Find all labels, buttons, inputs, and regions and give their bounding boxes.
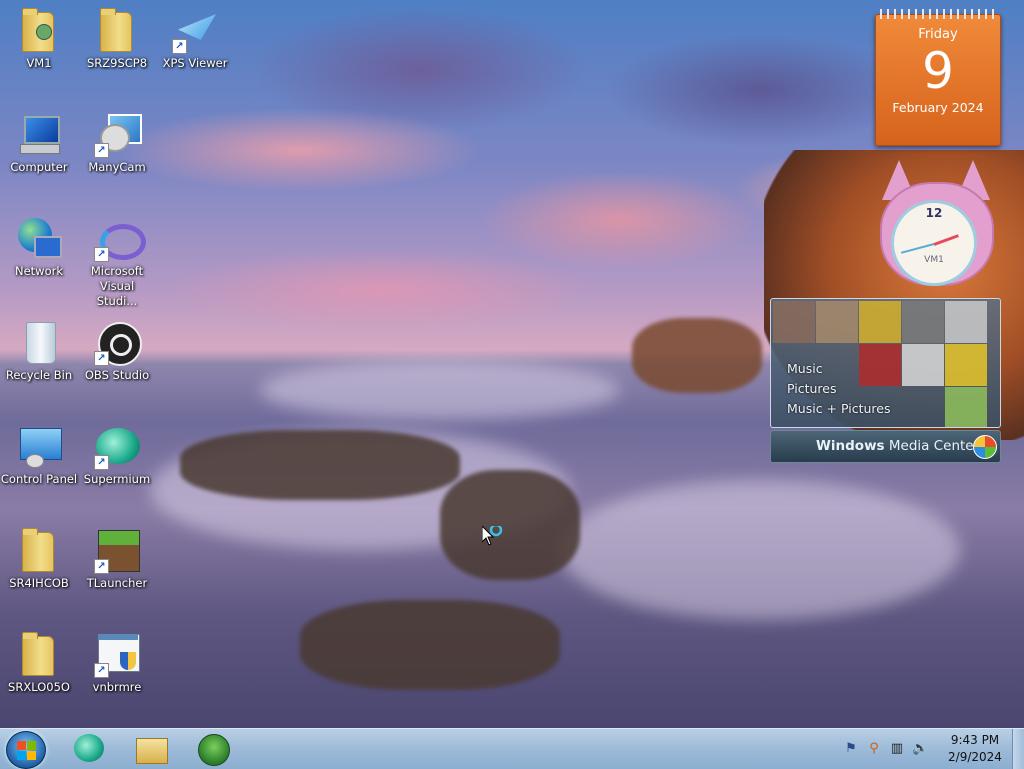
volume-icon[interactable]: 🔈 bbox=[912, 741, 928, 757]
media-tile bbox=[902, 344, 944, 386]
media-menu-pictures[interactable]: Pictures bbox=[787, 379, 891, 399]
supermium-icon bbox=[74, 734, 104, 762]
wallpaper-rock bbox=[632, 318, 762, 393]
icon-label: Control Panel bbox=[0, 472, 78, 486]
calendar-date: 9 bbox=[922, 42, 954, 100]
clock-gadget[interactable]: 12 VM1 bbox=[876, 160, 994, 288]
media-center-bar-bold: Windows bbox=[816, 438, 885, 454]
media-menu-music-pictures[interactable]: Music + Pictures bbox=[787, 399, 891, 419]
calendar-rings bbox=[880, 9, 996, 19]
desktop-icon-recycle-bin[interactable]: Recycle Bin bbox=[0, 314, 78, 414]
wallpaper-rock bbox=[300, 600, 560, 690]
desktop-icon-network[interactable]: Network bbox=[0, 210, 78, 310]
wallpaper-foam bbox=[560, 480, 960, 620]
taskbar-time[interactable]: 9:43 PM bbox=[940, 733, 1010, 747]
tlauncher-grass-block-icon: ↗ bbox=[94, 528, 140, 574]
desktop-icon-visual-studio[interactable]: ↗ Microsoft Visual Studi... bbox=[78, 210, 156, 308]
network-globe-icon bbox=[16, 216, 62, 262]
calendar-gadget[interactable]: Friday 9 February 2024 bbox=[875, 9, 1001, 146]
icon-label: OBS Studio bbox=[84, 368, 150, 382]
wallpaper-rock bbox=[440, 470, 580, 580]
taskbar-explorer-button[interactable] bbox=[128, 732, 176, 766]
icon-label: Computer bbox=[10, 160, 68, 174]
folder-icon bbox=[94, 8, 140, 54]
xps-viewer-icon: ↗ bbox=[172, 8, 218, 54]
control-panel-icon bbox=[16, 424, 62, 470]
media-menu-music[interactable]: Music bbox=[787, 359, 891, 379]
supermium-icon: ↗ bbox=[94, 424, 140, 470]
computer-icon bbox=[16, 112, 62, 158]
busy-cursor-icon bbox=[482, 526, 503, 546]
desktop-icon-obs-studio[interactable]: ↗ OBS Studio bbox=[78, 314, 156, 414]
icon-label: Recycle Bin bbox=[5, 368, 73, 382]
windows-logo-icon bbox=[27, 741, 36, 750]
user-folder-icon bbox=[16, 8, 62, 54]
icon-label: TLauncher bbox=[86, 576, 148, 590]
obs-studio-icon: ↗ bbox=[94, 320, 142, 366]
icon-label: XPS Viewer bbox=[162, 56, 228, 70]
media-tile bbox=[902, 301, 944, 343]
desktop-icon-control-panel[interactable]: Control Panel bbox=[0, 418, 78, 518]
folder-icon bbox=[16, 632, 62, 678]
network-icon[interactable]: ▥ bbox=[889, 741, 905, 757]
wallpaper-rock bbox=[180, 430, 460, 500]
desktop-icon-sr4ihcob[interactable]: SR4IHCOB bbox=[0, 522, 78, 622]
wallpaper-foam bbox=[260, 360, 620, 420]
windows-logo-icon bbox=[27, 751, 36, 760]
media-player-icon bbox=[198, 734, 230, 766]
taskbar-media-player-button[interactable] bbox=[190, 732, 238, 766]
calendar-month: February 2024 bbox=[892, 100, 984, 115]
media-center-panel[interactable]: Music Pictures Music + Pictures bbox=[770, 298, 1001, 428]
windows-logo-icon bbox=[17, 751, 26, 760]
icon-label: SR4IHCOB bbox=[9, 576, 69, 590]
media-tile bbox=[859, 301, 901, 343]
manycam-icon: ↗ bbox=[94, 112, 142, 158]
search-icon[interactable]: ⚲ bbox=[866, 741, 882, 757]
clock-hour-hand bbox=[933, 234, 959, 246]
clock-minute-hand bbox=[900, 243, 935, 254]
media-center-menu: Music Pictures Music + Pictures bbox=[787, 359, 891, 419]
taskbar: ⚑ ⚲ ▥ 🔈 9:43 PM 2/9/2024 bbox=[0, 728, 1024, 769]
recycle-bin-icon bbox=[16, 320, 62, 366]
icon-label: VM1 bbox=[26, 56, 52, 70]
desktop-icon-srz9scp8[interactable]: SRZ9SCP8 bbox=[78, 2, 156, 102]
icon-label: SRZ9SCP8 bbox=[86, 56, 148, 70]
media-center-launch-bar[interactable]: Windows Media Center bbox=[770, 430, 1001, 463]
media-tile bbox=[945, 344, 987, 386]
media-tile bbox=[945, 301, 987, 343]
media-tile bbox=[773, 301, 815, 343]
calendar-day: Friday bbox=[918, 27, 958, 42]
desktop-icon-tlauncher[interactable]: ↗ TLauncher bbox=[78, 522, 156, 622]
program-window-icon: ↗ bbox=[94, 632, 140, 678]
desktop-icon-vm1[interactable]: VM1 bbox=[0, 2, 78, 102]
desktop-icon-manycam[interactable]: ↗ ManyCam bbox=[78, 106, 156, 206]
clock-number: 12 bbox=[925, 206, 943, 220]
desktop-icon-xps-viewer[interactable]: ↗ XPS Viewer bbox=[156, 2, 234, 102]
windows-orb-icon bbox=[973, 435, 997, 459]
folder-icon bbox=[16, 528, 62, 574]
media-tile bbox=[816, 301, 858, 343]
action-center-icon[interactable]: ⚑ bbox=[843, 741, 859, 757]
clock-label: VM1 bbox=[924, 255, 944, 265]
media-center-bar-text: Media Center bbox=[884, 438, 980, 454]
visual-studio-icon: ↗ bbox=[94, 216, 146, 262]
desktop-icon-vnbrmre[interactable]: ↗ vnbrmre bbox=[78, 626, 156, 726]
clock-face: 12 VM1 bbox=[891, 200, 977, 286]
desktop-icon-supermium[interactable]: ↗ Supermium bbox=[78, 418, 156, 518]
taskbar-date[interactable]: 2/9/2024 bbox=[940, 750, 1010, 764]
windows-logo-icon bbox=[17, 741, 26, 750]
show-desktop-button[interactable] bbox=[1012, 729, 1024, 769]
media-tile bbox=[945, 387, 987, 427]
icon-label: Microsoft Visual Studi... bbox=[90, 264, 144, 308]
start-button[interactable] bbox=[6, 731, 46, 769]
icon-label: SRXLO05O bbox=[8, 680, 70, 694]
desktop-icon-srxlo05o[interactable]: SRXLO05O bbox=[0, 626, 78, 726]
icon-label: Supermium bbox=[83, 472, 151, 486]
icon-label: vnbrmre bbox=[92, 680, 142, 694]
icon-label: Network bbox=[14, 264, 64, 278]
explorer-folder-icon bbox=[136, 738, 168, 764]
desktop-icon-computer[interactable]: Computer bbox=[0, 106, 78, 206]
taskbar-supermium-button[interactable] bbox=[66, 732, 114, 766]
icon-label: ManyCam bbox=[88, 160, 146, 174]
